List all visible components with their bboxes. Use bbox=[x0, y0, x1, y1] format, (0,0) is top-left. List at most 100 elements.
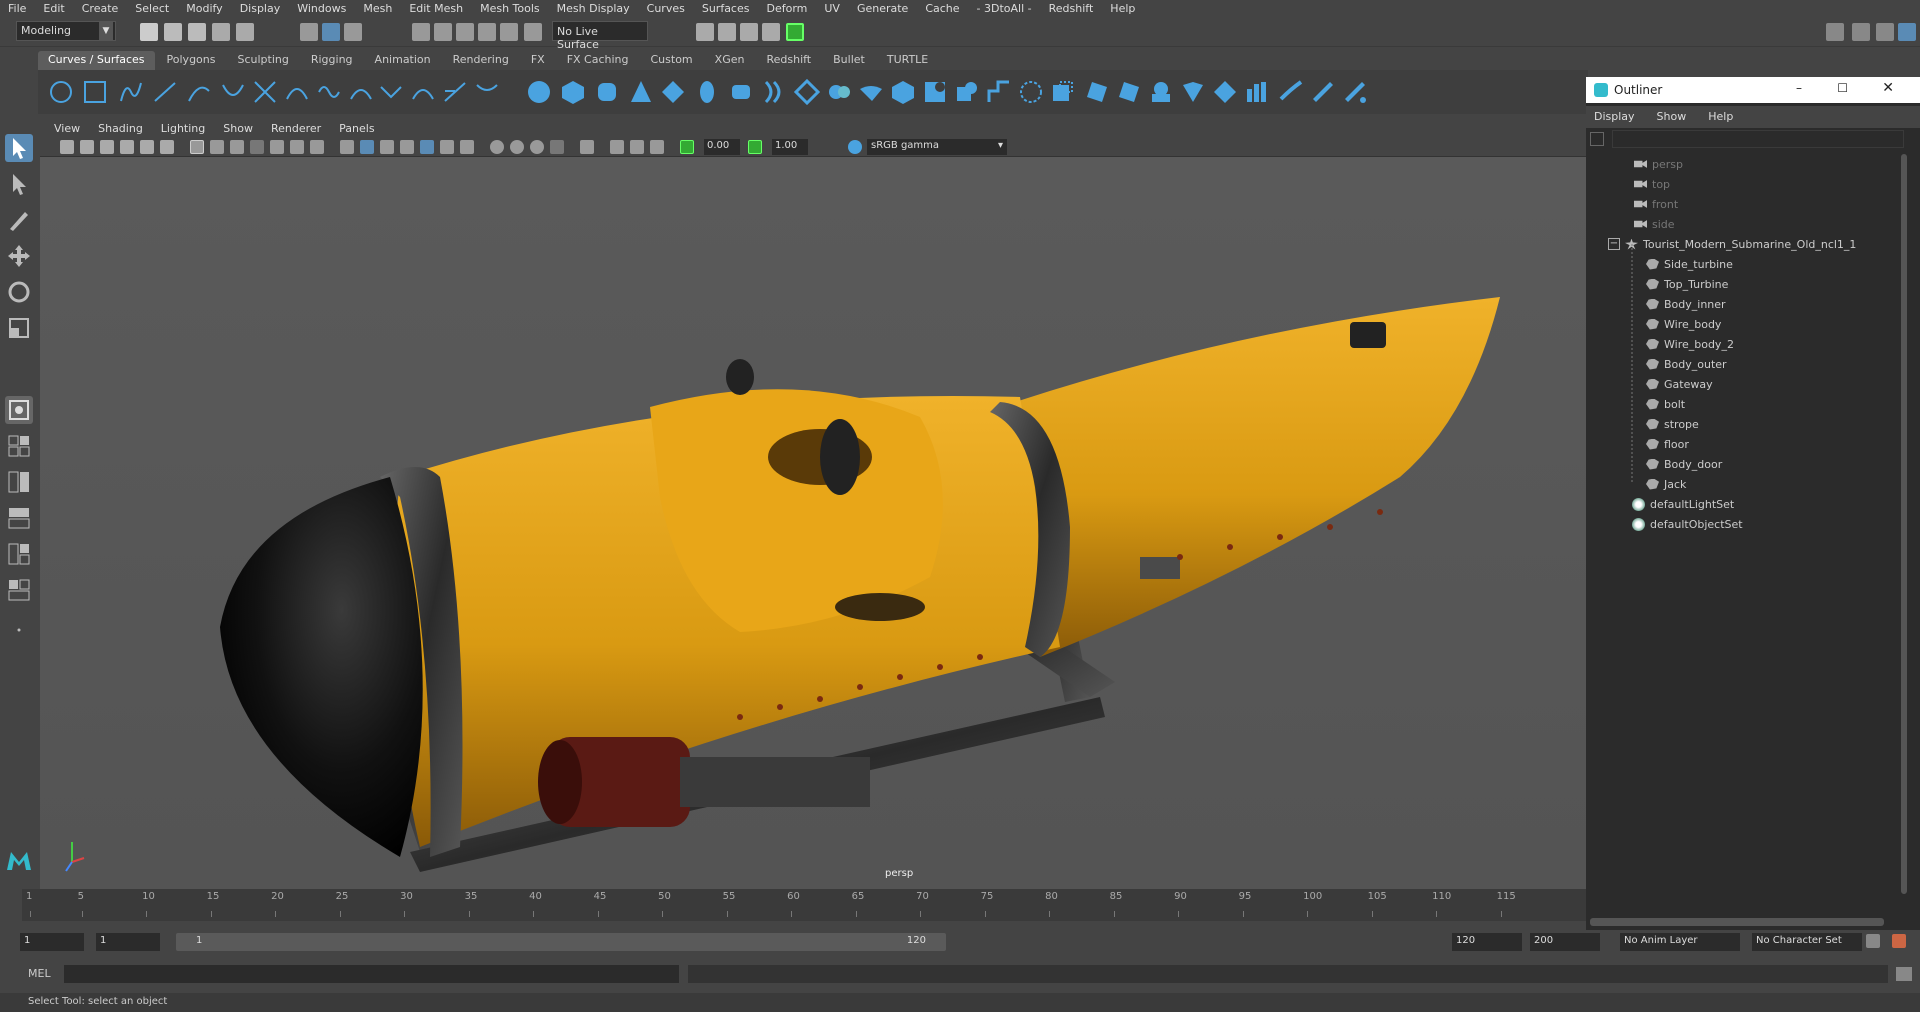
nurbs-sphere-icon[interactable] bbox=[526, 79, 552, 105]
backface-cull-icon[interactable] bbox=[650, 140, 664, 154]
image-plane-icon[interactable] bbox=[120, 140, 134, 154]
align-surfaces-icon[interactable] bbox=[1180, 79, 1206, 105]
snap-view-icon[interactable] bbox=[478, 23, 496, 41]
attribute-editor-icon[interactable] bbox=[1876, 23, 1894, 41]
scale-tool-button[interactable] bbox=[5, 314, 33, 342]
workspace-icon[interactable] bbox=[1826, 23, 1844, 41]
birail-icon[interactable] bbox=[858, 79, 884, 105]
persp-outliner-button[interactable] bbox=[5, 504, 33, 532]
xray-icon[interactable] bbox=[400, 140, 414, 154]
menu-edit[interactable]: Edit bbox=[43, 2, 64, 15]
tab-turtle[interactable]: TURTLE bbox=[876, 51, 939, 70]
open-scene-icon[interactable] bbox=[164, 23, 182, 41]
xray-active-icon[interactable] bbox=[630, 140, 644, 154]
film-gate-icon[interactable] bbox=[210, 140, 224, 154]
viewport-menu-view[interactable]: View bbox=[54, 122, 80, 135]
anim-layer-dropdown[interactable]: No Anim Layer bbox=[1620, 933, 1740, 951]
select-hierarchy-icon[interactable] bbox=[300, 23, 318, 41]
exposure-field[interactable]: 0.00 bbox=[704, 139, 740, 155]
wireframe-on-shaded-icon[interactable] bbox=[380, 140, 394, 154]
select-tool-button[interactable] bbox=[5, 134, 33, 162]
tab-polygons[interactable]: Polygons bbox=[156, 51, 226, 70]
outliner-scrollbar[interactable] bbox=[1900, 154, 1908, 914]
layout-options-button[interactable] bbox=[5, 622, 33, 638]
outliner-item-child[interactable]: Wire_body bbox=[1646, 314, 1721, 334]
tab-bullet[interactable]: Bullet bbox=[823, 51, 875, 70]
anim-preferences-icon[interactable] bbox=[1892, 934, 1906, 948]
outliner-item-persp[interactable]: persp bbox=[1634, 154, 1683, 174]
tab-animation[interactable]: Animation bbox=[364, 51, 441, 70]
outliner-item-child[interactable]: floor bbox=[1646, 434, 1689, 454]
outliner-hscrollbar[interactable] bbox=[1590, 918, 1884, 926]
outliner-item-top[interactable]: top bbox=[1634, 174, 1670, 194]
mel-label[interactable]: MEL bbox=[28, 967, 51, 980]
camera-select-icon[interactable] bbox=[60, 140, 74, 154]
menu-mesh-display[interactable]: Mesh Display bbox=[557, 2, 630, 15]
ep-curve-icon[interactable] bbox=[152, 79, 178, 105]
minimize-icon[interactable]: – bbox=[1796, 81, 1802, 95]
outliner-item-child[interactable]: Body_door bbox=[1646, 454, 1722, 474]
menu-file[interactable]: File bbox=[8, 2, 26, 15]
menu-display[interactable]: Display bbox=[240, 2, 281, 15]
tab-sculpting[interactable]: Sculpting bbox=[227, 51, 299, 70]
outliner-item-side[interactable]: side bbox=[1634, 214, 1675, 234]
curve-editing-icon[interactable] bbox=[474, 79, 500, 105]
nurbs-cone-icon[interactable] bbox=[628, 79, 654, 105]
outliner-menu-display[interactable]: Display bbox=[1594, 110, 1635, 124]
tab-fx[interactable]: FX bbox=[520, 51, 555, 70]
cv-curve-icon[interactable] bbox=[118, 79, 144, 105]
menu-help[interactable]: Help bbox=[1110, 2, 1135, 15]
nurbs-torus-icon[interactable] bbox=[694, 79, 720, 105]
bezier-curve-icon[interactable] bbox=[220, 79, 246, 105]
offset-curve-icon[interactable] bbox=[378, 79, 404, 105]
bevel-plus-icon[interactable] bbox=[890, 79, 916, 105]
hypershade-icon[interactable] bbox=[762, 23, 780, 41]
ambient-occlusion-icon[interactable] bbox=[490, 140, 504, 154]
resolution-gate-icon[interactable] bbox=[230, 140, 244, 154]
viewport-menu-panels[interactable]: Panels bbox=[339, 122, 374, 135]
menu-select[interactable]: Select bbox=[135, 2, 169, 15]
snap-surface-icon[interactable] bbox=[500, 23, 518, 41]
menu-mesh[interactable]: Mesh bbox=[363, 2, 392, 15]
bookmark-icon[interactable] bbox=[100, 140, 114, 154]
tab-fx-caching[interactable]: FX Caching bbox=[556, 51, 639, 70]
exposure-icon[interactable] bbox=[680, 140, 694, 154]
extend-curve-icon[interactable] bbox=[348, 79, 374, 105]
tool-settings-icon[interactable] bbox=[1898, 23, 1916, 41]
four-view-button[interactable] bbox=[5, 432, 33, 460]
outliner-item-set[interactable]: defaultLightSet bbox=[1632, 494, 1734, 514]
scrollbar-thumb[interactable] bbox=[1901, 154, 1907, 894]
camera-attributes-icon[interactable] bbox=[80, 140, 94, 154]
grease-pencil-icon[interactable] bbox=[160, 140, 174, 154]
nurbs-cube-icon[interactable] bbox=[560, 79, 586, 105]
field-chart-icon[interactable] bbox=[270, 140, 284, 154]
filter-icon[interactable] bbox=[1590, 132, 1604, 146]
mel-input[interactable] bbox=[64, 965, 679, 983]
tab-rendering[interactable]: Rendering bbox=[442, 51, 519, 70]
menu-modify[interactable]: Modify bbox=[186, 2, 222, 15]
outliner-item-child[interactable]: bolt bbox=[1646, 394, 1685, 414]
menu-deform[interactable]: Deform bbox=[766, 2, 807, 15]
menu-cache[interactable]: Cache bbox=[925, 2, 959, 15]
outliner-item-child[interactable]: Body_outer bbox=[1646, 354, 1727, 374]
outliner-item-child[interactable]: Side_turbine bbox=[1646, 254, 1733, 274]
menu-curves[interactable]: Curves bbox=[647, 2, 685, 15]
outliner-item-child[interactable]: Gateway bbox=[1646, 374, 1713, 394]
ipr-render-icon[interactable] bbox=[718, 23, 736, 41]
script-editor-icon[interactable] bbox=[1896, 967, 1912, 981]
close-icon[interactable]: ✕ bbox=[1882, 80, 1894, 96]
revolve-icon[interactable] bbox=[728, 79, 754, 105]
insert-knot-icon[interactable] bbox=[316, 79, 342, 105]
nurbs-circle-icon[interactable] bbox=[48, 79, 74, 105]
xray-joints-icon[interactable] bbox=[610, 140, 624, 154]
mode-selector[interactable]: Modeling ▼ bbox=[16, 21, 116, 41]
viewport-menu-renderer[interactable]: Renderer bbox=[271, 122, 321, 135]
snap-grid-icon[interactable] bbox=[412, 23, 430, 41]
viewport-menu-lighting[interactable]: Lighting bbox=[161, 122, 205, 135]
add-points-icon[interactable] bbox=[442, 79, 468, 105]
safe-action-icon[interactable] bbox=[290, 140, 304, 154]
extend-surfaces-icon[interactable] bbox=[1278, 79, 1304, 105]
viewport-menu-show[interactable]: Show bbox=[223, 122, 253, 135]
outliner-item-child[interactable]: strope bbox=[1646, 414, 1699, 434]
paint-select-button[interactable] bbox=[5, 206, 33, 234]
